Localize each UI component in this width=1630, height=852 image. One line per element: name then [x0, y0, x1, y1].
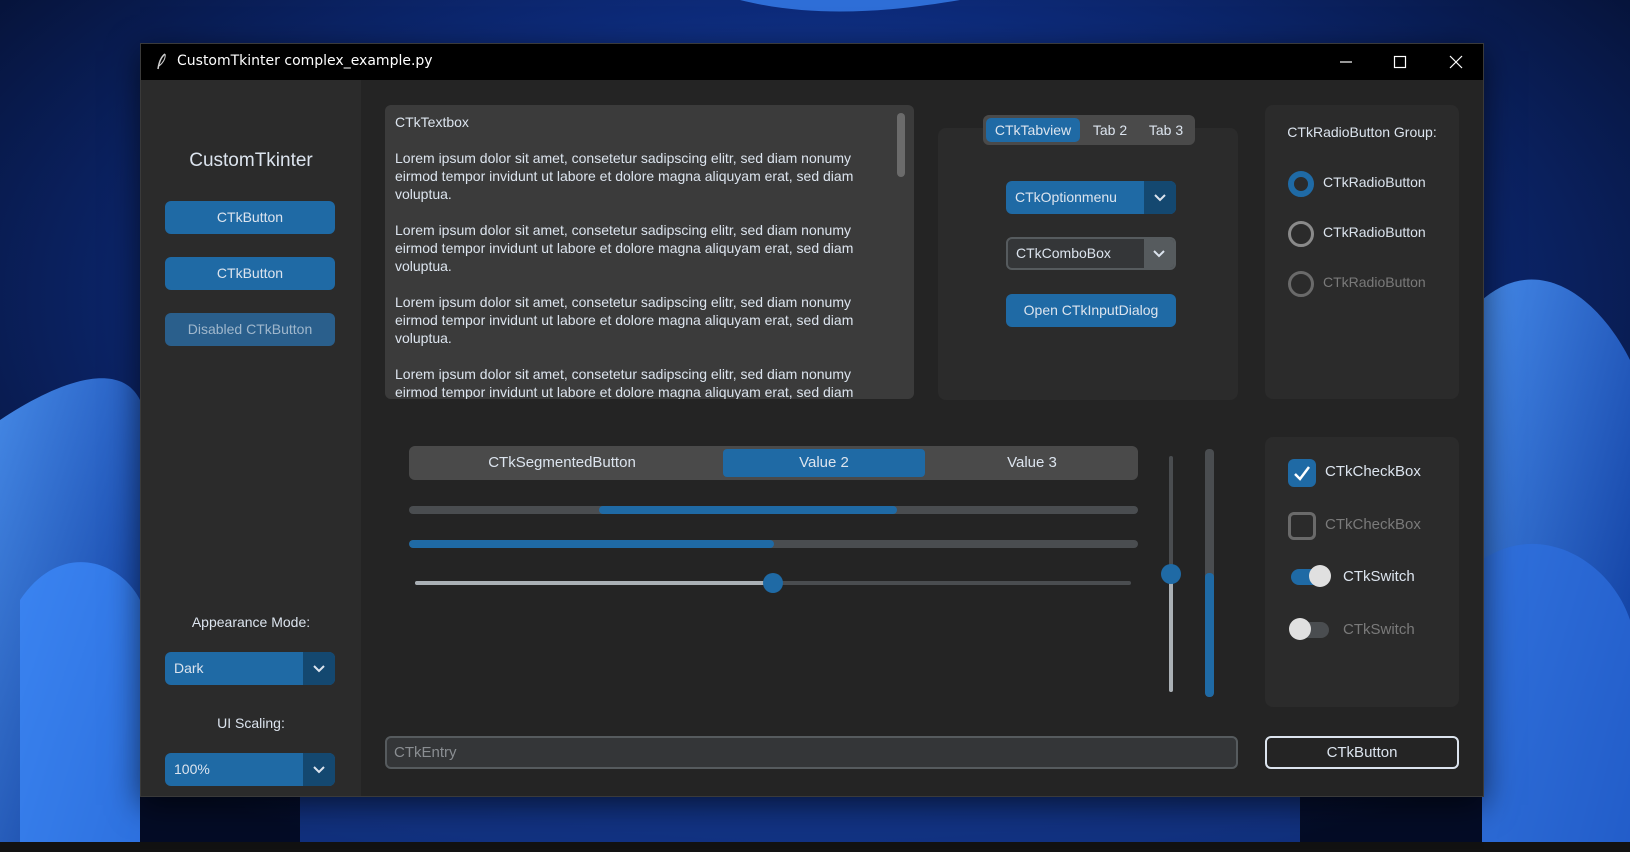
ui-scaling-optionmenu[interactable]: 100% [165, 753, 335, 786]
minimize-icon [1340, 61, 1352, 63]
sidebar: CustomTkinter CTkButton CTkButton Disabl… [141, 80, 361, 796]
taskbar-edge [0, 842, 1630, 852]
sidebar-disabled-button: Disabled CTkButton [165, 313, 335, 346]
combobox-arrow[interactable] [1144, 239, 1174, 268]
appearance-dropdown-arrow[interactable] [303, 652, 335, 685]
ui-scaling-label: UI Scaling: [217, 715, 285, 731]
textbox-paragraph-3: Lorem ipsum dolor sit amet, consetetur s… [395, 294, 854, 346]
radio-indicator [1288, 271, 1314, 297]
switch-knob[interactable] [1309, 565, 1331, 587]
textbox-scrollbar[interactable] [897, 113, 905, 177]
segment-value-2[interactable]: Value 2 [723, 449, 925, 477]
textbox-header: CTkTextbox [395, 114, 469, 130]
sidebar-button-1[interactable]: CTkButton [165, 201, 335, 234]
radio-indicator[interactable] [1288, 221, 1314, 247]
chevron-down-icon [1153, 250, 1165, 258]
radio-label: CTkRadioButton [1323, 224, 1426, 240]
title-bar: CustomTkinter complex_example.py [141, 44, 1483, 80]
radio-group-title: CTkRadioButton Group: [1287, 124, 1437, 140]
tab-ctktabview[interactable]: CTkTabview [986, 118, 1080, 142]
app-window: CustomTkinter complex_example.py CustomT… [140, 43, 1484, 797]
horizontal-slider-fill [415, 581, 773, 585]
tab-3[interactable]: Tab 3 [1139, 118, 1193, 142]
ui-scaling-value: 100% [174, 761, 210, 777]
appearance-mode-value: Dark [174, 660, 204, 676]
textbox-paragraph-4: Lorem ipsum dolor sit amet, consetetur s… [395, 366, 854, 399]
switch-label: CTkSwitch [1343, 568, 1415, 585]
tab-combobox[interactable]: CTkComboBox [1006, 237, 1176, 270]
bottom-button[interactable]: CTkButton [1265, 736, 1459, 769]
sidebar-button-2[interactable]: CTkButton [165, 257, 335, 290]
progressbar-determinate-fill [409, 540, 774, 548]
maximize-button[interactable] [1373, 44, 1427, 80]
close-button[interactable] [1429, 44, 1483, 80]
tab-optionmenu-arrow[interactable] [1144, 181, 1176, 214]
vertical-slider-knob[interactable] [1161, 564, 1181, 584]
tab-2[interactable]: Tab 2 [1083, 118, 1137, 142]
open-input-dialog-button[interactable]: Open CTkInputDialog [1006, 294, 1176, 327]
progressbar-indeterminate [409, 506, 1138, 514]
radio-label: CTkRadioButton [1323, 174, 1426, 190]
checkbox-label: CTkCheckBox [1325, 463, 1421, 480]
textbox-content: CTkTextbox Lorem ipsum dolor sit amet, c… [395, 113, 892, 399]
sidebar-logo: CustomTkinter [189, 150, 313, 171]
chevron-down-icon [313, 665, 325, 673]
appearance-mode-label: Appearance Mode: [191, 614, 311, 630]
progressbar-vertical-fill [1205, 573, 1214, 697]
checkbox-indicator[interactable] [1288, 459, 1316, 487]
switch-knob [1289, 618, 1311, 640]
entry-field[interactable]: CTkEntry [385, 736, 1238, 769]
segmented-button: CTkSegmentedButton Value 2 Value 3 [409, 446, 1138, 480]
chevron-down-icon [1154, 194, 1166, 202]
progressbar-indeterminate-fill [598, 506, 898, 514]
window-title: CustomTkinter complex_example.py [177, 53, 433, 69]
radio-group-frame [1265, 105, 1459, 399]
switch-label: CTkSwitch [1343, 621, 1415, 638]
checkmark-icon [1294, 466, 1310, 481]
textbox-paragraph-1: Lorem ipsum dolor sit amet, consetetur s… [395, 150, 854, 202]
textbox-paragraph-2: Lorem ipsum dolor sit amet, consetetur s… [395, 222, 854, 274]
radio-label: CTkRadioButton [1323, 274, 1426, 290]
chevron-down-icon [313, 766, 325, 774]
tab-optionmenu[interactable]: CTkOptionmenu [1006, 181, 1176, 214]
vertical-slider-fill [1169, 574, 1173, 692]
tabview-tabs: CTkTabview Tab 2 Tab 3 [983, 115, 1195, 145]
minimize-button[interactable] [1319, 44, 1373, 80]
tab-optionmenu-value: CTkOptionmenu [1015, 189, 1117, 205]
scaling-dropdown-arrow[interactable] [303, 753, 335, 786]
progressbar-determinate [409, 540, 1138, 548]
segment-value-3[interactable]: Value 3 [929, 449, 1135, 477]
textbox[interactable]: CTkTextbox Lorem ipsum dolor sit amet, c… [385, 105, 914, 399]
appearance-mode-optionmenu[interactable]: Dark [165, 652, 335, 685]
maximize-icon [1393, 55, 1407, 69]
segment-ctksegmentedbutton[interactable]: CTkSegmentedButton [412, 449, 712, 477]
close-icon [1449, 55, 1463, 69]
progressbar-vertical [1205, 449, 1214, 697]
radio-indicator[interactable] [1288, 171, 1314, 197]
combobox-value[interactable]: CTkComboBox [1016, 239, 1111, 268]
checkbox-indicator [1288, 512, 1316, 540]
feather-icon [157, 53, 166, 70]
checkbox-label: CTkCheckBox [1325, 516, 1421, 533]
horizontal-slider-knob[interactable] [763, 573, 783, 593]
